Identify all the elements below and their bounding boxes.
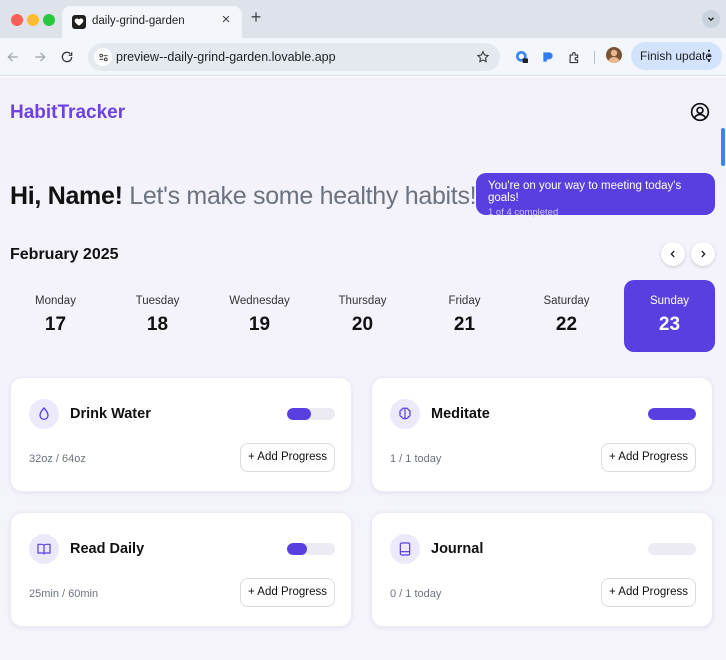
minimize-window-button[interactable]: [27, 14, 39, 26]
scrollbar-thumb[interactable]: [721, 128, 725, 166]
add-progress-button[interactable]: + Add Progress: [601, 578, 696, 607]
browser-tab[interactable]: daily-grind-garden ×: [62, 6, 242, 38]
brain-icon: [390, 399, 420, 429]
maximize-window-button[interactable]: [43, 14, 55, 26]
reload-icon[interactable]: [57, 47, 77, 67]
day-number: 20: [351, 314, 374, 335]
habit-progress-bar: [648, 408, 696, 420]
habit-card-meditate[interactable]: Meditate 1 / 1 today + Add Progress: [371, 377, 713, 492]
habit-progress-bar: [287, 408, 335, 420]
habit-title: Journal: [431, 541, 484, 557]
habit-progress-bar: [648, 543, 696, 555]
day-number: 22: [555, 314, 578, 335]
greeting-subtitle: Let's make some healthy habits!: [122, 182, 477, 210]
close-window-button[interactable]: [11, 14, 23, 26]
habit-progress-text: 1 / 1 today: [390, 453, 442, 465]
app-page: HabitTracker Hi, Name! Let's make some h…: [0, 77, 726, 660]
day-number: 17: [44, 314, 67, 335]
day-name: Monday: [35, 295, 76, 307]
habit-card-drink-water[interactable]: Drink Water 32oz / 64oz + Add Progress: [10, 377, 352, 492]
forward-arrow-icon[interactable]: [30, 47, 50, 67]
tab-title: daily-grind-garden: [92, 15, 185, 27]
browser-tab-strip: daily-grind-garden × +: [0, 0, 726, 38]
day-name: Sunday: [649, 295, 689, 307]
back-arrow-icon[interactable]: [3, 47, 23, 67]
new-tab-button[interactable]: +: [248, 8, 264, 26]
habit-progress-bar: [287, 543, 335, 555]
habit-progress-fill: [287, 543, 308, 555]
heart-favicon-icon: [72, 15, 86, 29]
habit-title: Meditate: [431, 406, 490, 422]
droplet-icon: [29, 399, 59, 429]
extensions-puzzle-icon[interactable]: [565, 48, 583, 66]
day-name: Wednesday: [229, 295, 290, 307]
day-name: Thursday: [338, 295, 387, 307]
greeting-name: Hi, Name!: [10, 182, 123, 210]
address-bar[interactable]: preview--daily-grind-garden.lovable.app: [88, 43, 500, 71]
day-number: 19: [248, 314, 271, 335]
day-name: Friday: [448, 295, 481, 307]
day-name: Tuesday: [135, 295, 180, 307]
day-wednesday[interactable]: Wednesday 19: [214, 280, 305, 352]
habit-progress-text: 0 / 1 today: [390, 588, 442, 600]
day-monday[interactable]: Monday 17: [10, 280, 101, 352]
day-number: 23: [658, 314, 681, 335]
brand-logo[interactable]: HabitTracker: [10, 102, 125, 124]
habit-progress-fill: [648, 408, 696, 420]
habit-title: Drink Water: [70, 406, 151, 422]
finish-update-button[interactable]: Finish update ⋮: [631, 42, 722, 70]
day-sunday-selected[interactable]: Sunday 23: [624, 280, 715, 352]
day-saturday[interactable]: Saturday 22: [521, 280, 612, 352]
extension-password-icon[interactable]: [513, 48, 531, 66]
habit-title: Read Daily: [70, 541, 145, 557]
habit-card-read-daily[interactable]: Read Daily 25min / 60min + Add Progress: [10, 512, 352, 627]
site-settings-icon[interactable]: [94, 48, 112, 66]
habit-progress-text: 32oz / 64oz: [29, 453, 86, 465]
habit-card-journal[interactable]: Journal 0 / 1 today + Add Progress: [371, 512, 713, 627]
add-progress-button[interactable]: + Add Progress: [240, 443, 335, 472]
next-week-button[interactable]: [691, 242, 715, 266]
user-account-icon[interactable]: [690, 102, 710, 122]
goal-count: 1 of 4 completed: [488, 207, 559, 218]
tab-search-chevron-icon[interactable]: [702, 10, 720, 28]
add-progress-button[interactable]: + Add Progress: [240, 578, 335, 607]
greeting-heading: Hi, Name! Let's make some healthy habits…: [10, 182, 477, 211]
day-friday[interactable]: Friday 21: [419, 280, 510, 352]
toolbar-divider: [594, 51, 595, 64]
day-number: 18: [146, 314, 169, 335]
goal-status-banner: You're on your way to meeting today's go…: [476, 173, 715, 218]
previous-week-button[interactable]: [661, 242, 685, 266]
day-name: Saturday: [543, 295, 590, 307]
extension-lovable-icon[interactable]: [539, 48, 557, 66]
book-open-icon: [29, 534, 59, 564]
tab-close-icon[interactable]: ×: [218, 12, 234, 28]
month-label: February 2025: [10, 246, 119, 263]
add-progress-button[interactable]: + Add Progress: [601, 443, 696, 472]
habit-progress-fill: [287, 408, 311, 420]
habit-progress-text: 25min / 60min: [29, 588, 99, 600]
bookmark-star-icon[interactable]: [474, 48, 492, 66]
profile-avatar[interactable]: [606, 47, 622, 63]
day-tuesday[interactable]: Tuesday 18: [112, 280, 203, 352]
day-thursday[interactable]: Thursday 20: [317, 280, 408, 352]
goal-message: You're on your way to meeting today's go…: [488, 180, 682, 204]
more-vertical-icon[interactable]: ⋮: [702, 48, 716, 62]
notebook-icon: [390, 534, 420, 564]
url-text: preview--daily-grind-garden.lovable.app: [116, 50, 336, 64]
day-number: 21: [453, 314, 476, 335]
